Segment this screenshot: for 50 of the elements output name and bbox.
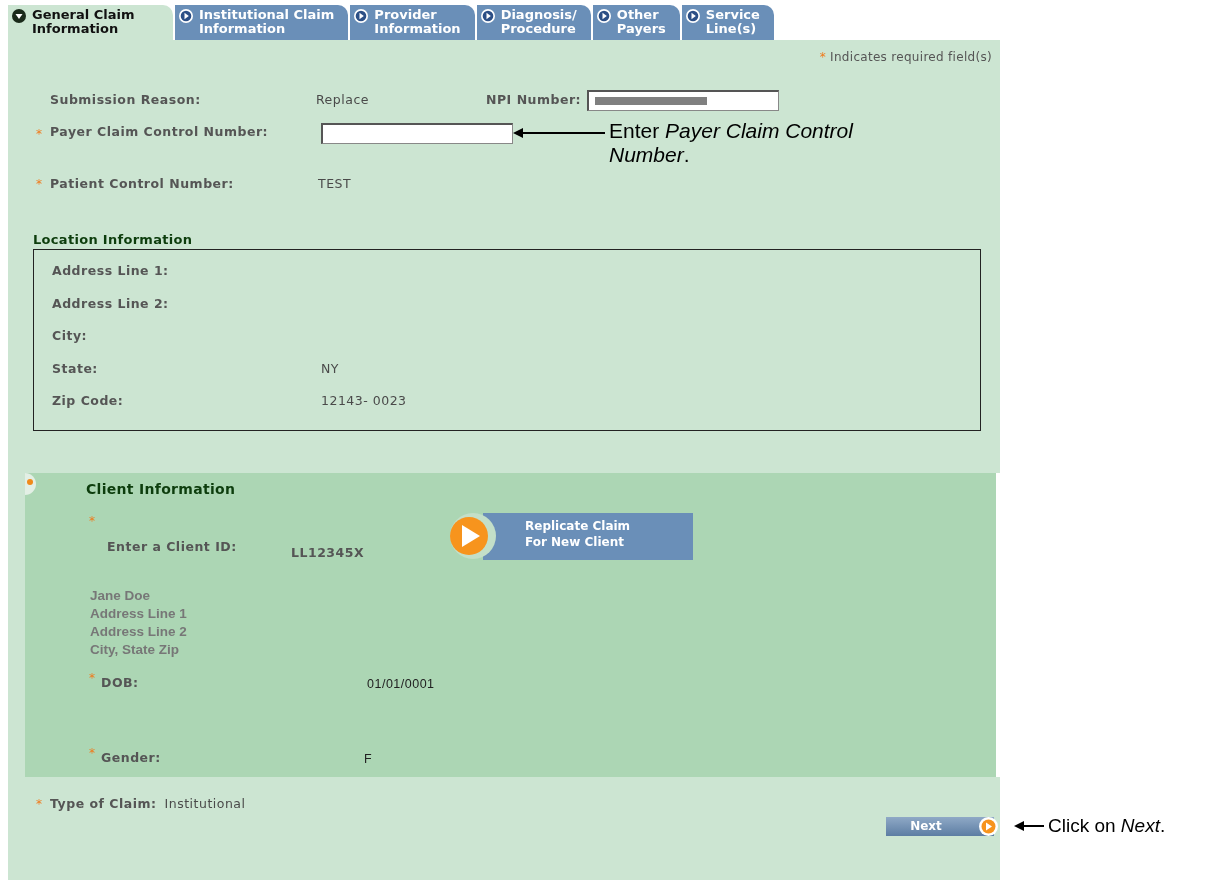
play-icon [596,9,611,23]
field-label: DOB: [101,675,139,690]
field-label: Address Line 2: [52,294,170,313]
tab[interactable]: Diagnosis/ Procedure [476,5,591,40]
field-label: Payer Claim Control Number: [50,125,270,139]
tab[interactable]: Provider Information [350,5,475,40]
field-label: NPI Number: [486,91,582,110]
field-value: F [364,750,373,768]
play-icon [480,9,495,23]
required-mark: * [36,176,43,193]
field-label: Gender: [101,749,161,765]
field-value: LL12345X [291,544,366,563]
field-label: City: [52,327,89,346]
tab[interactable]: Service Line(s) [681,5,774,40]
field-label: Patient Control Number: [50,175,235,193]
field-value: NY [321,359,339,378]
arrow [1014,820,1044,832]
bullet-icon [25,473,36,496]
callout-text: Enter Payer Claim Control Number. [609,119,855,167]
required-mark: * [89,671,95,685]
field-label: State: [52,359,99,378]
section-heading: Client Information [86,480,236,500]
field-value: Replace [316,91,370,110]
client-address: Jane Doe Address Line 1 Address Line 2 City, State Zip [90,587,188,659]
field-value: 01/01/0001 [367,676,435,693]
field-value: TEST [318,175,352,193]
tab[interactable]: General Claim Information [8,5,173,40]
field-label: Enter a Client ID: [107,538,238,557]
required-note: * Indicates required field(s) [818,49,993,66]
field-label: Type of Claim: [50,795,157,814]
payer-claim-input[interactable] [321,123,513,144]
field-value: 12143- 0023 [321,392,407,411]
section-heading: Location Information [33,230,194,249]
play-icon [179,9,193,23]
field-label: Submission Reason: [50,91,202,110]
callout-text: Click on Next. [1048,814,1166,838]
field-label: Address Line 1: [52,262,170,281]
required-mark: * [36,796,43,814]
tab[interactable]: Institutional Claim Information [175,5,349,40]
required-mark: * [89,513,95,531]
required-mark: * [89,745,95,760]
play-icon [979,816,998,836]
play-icon [354,9,369,23]
tab[interactable]: Other Payers [592,5,680,40]
required-mark: * [36,126,43,143]
field-value: Institutional [164,795,246,814]
play-icon [685,9,700,23]
field-label: Zip Code: [52,392,125,411]
npi-input[interactable] [587,90,780,111]
chevron-down-icon [12,9,26,23]
